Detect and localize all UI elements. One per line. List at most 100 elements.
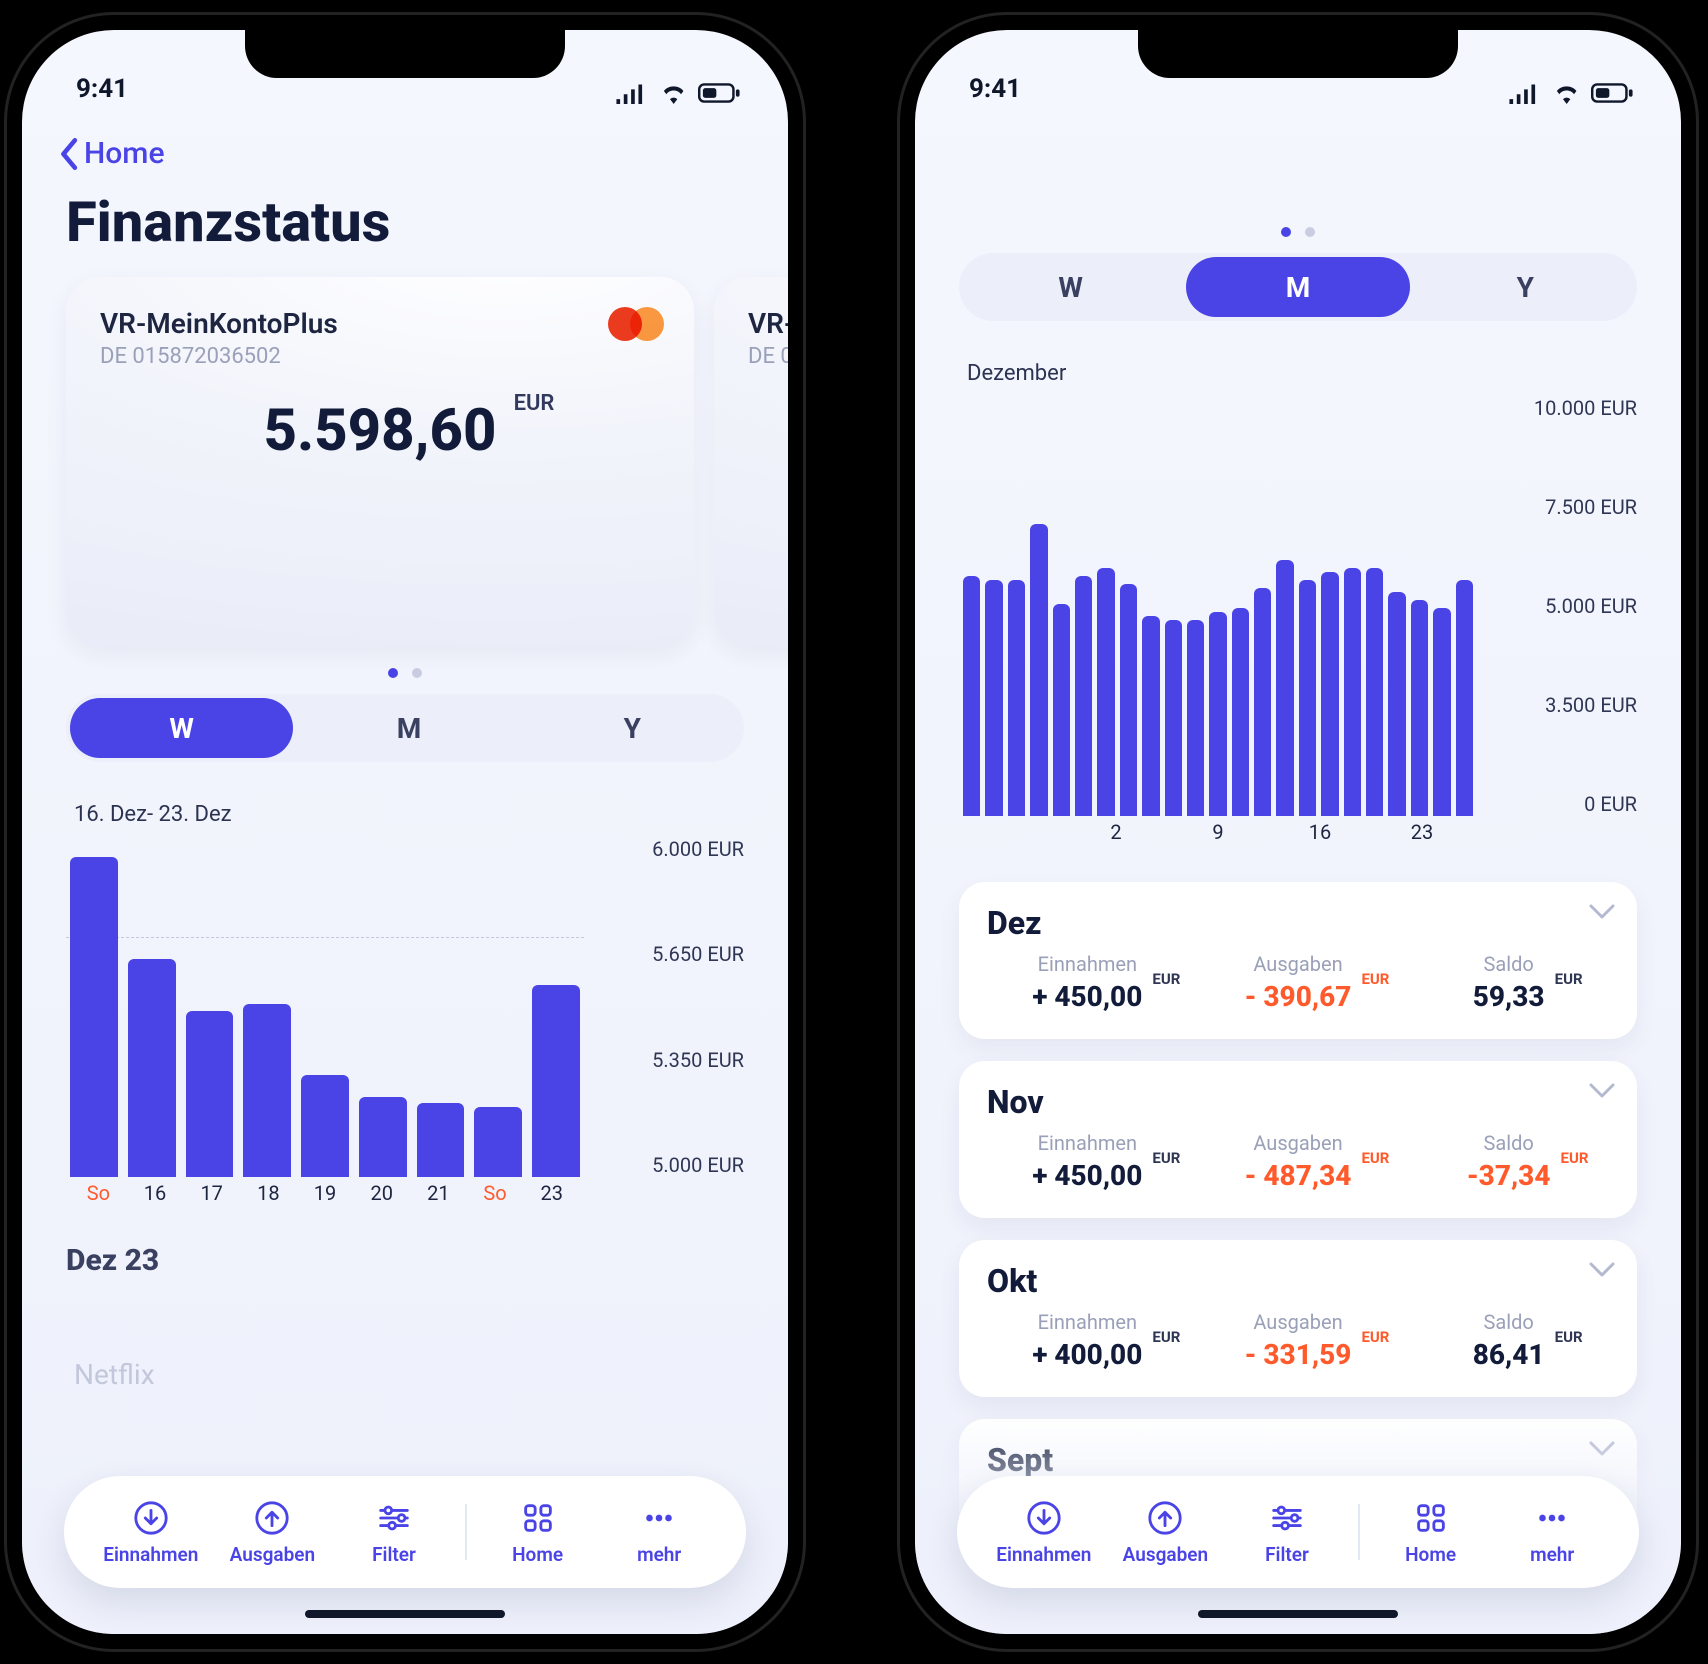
mastercard-icon xyxy=(608,307,664,343)
account-iban: DE 015872036502 xyxy=(100,344,660,369)
y-label: 10.000 EUR xyxy=(1487,396,1637,420)
x-label: 23 xyxy=(1371,820,1473,856)
chart-bar xyxy=(1008,580,1025,816)
nav-label: Filter xyxy=(1265,1543,1309,1566)
y-label: 6.000 EUR xyxy=(594,837,744,861)
nav-mehr[interactable]: mehr xyxy=(598,1499,720,1566)
tab-month[interactable]: M xyxy=(1186,257,1409,317)
weekly-chart: 16. Dez- 23. Dez 6.000 EUR5.650 EUR5.350… xyxy=(22,774,788,1217)
y-label: 5.650 EUR xyxy=(594,942,744,966)
x-label: 16 xyxy=(1269,820,1371,856)
arrow-up-circle-icon xyxy=(253,1499,291,1537)
currency-label: EUR xyxy=(1555,970,1583,988)
chart-bar xyxy=(1165,620,1182,816)
tab-week[interactable]: W xyxy=(959,253,1182,321)
x-label: 17 xyxy=(183,1181,240,1217)
account-card-carousel[interactable]: VR-MeinKontoPlus DE 015872036502 5.598,6… xyxy=(22,277,788,647)
account-card[interactable]: VR-MeinKontoPlus DE 015872036502 5.598,6… xyxy=(66,277,694,647)
mc-value-out: - 331,59EUR xyxy=(1245,1338,1352,1371)
phone-frame-left: 9:41 Home Finanzstatus VR-MeinKontoPlus … xyxy=(4,12,806,1652)
monthly-chart: Dezember 10.000 EUR7.500 EUR5.000 EUR3.5… xyxy=(915,333,1681,856)
tab-month[interactable]: M xyxy=(297,694,520,762)
x-axis-labels: So161718192021So23 xyxy=(66,1181,584,1217)
chart-bar xyxy=(985,580,1002,816)
chevron-down-icon xyxy=(1589,904,1615,924)
chart-bar xyxy=(1187,620,1204,816)
chart-bar xyxy=(1299,580,1316,816)
month-name: Nov xyxy=(987,1083,1609,1121)
nav-label: mehr xyxy=(1530,1543,1574,1566)
month-card[interactable]: Nov Einnahmen + 450,00EUR Ausgaben - 487… xyxy=(959,1061,1637,1218)
x-label: 18 xyxy=(240,1181,297,1217)
mc-value-in: + 400,00EUR xyxy=(1032,1338,1142,1371)
sliders-icon xyxy=(1268,1499,1306,1537)
mc-value-bal: 86,41EUR xyxy=(1473,1338,1545,1371)
nav-einnahmen[interactable]: Einnahmen xyxy=(983,1499,1105,1566)
back-label: Home xyxy=(84,136,165,171)
nav-label: Einnahmen xyxy=(103,1543,198,1566)
status-icons xyxy=(1507,82,1635,104)
nav-filter[interactable]: Filter xyxy=(1226,1499,1348,1566)
chart-bar xyxy=(301,1075,349,1177)
y-axis-labels: 6.000 EUR5.650 EUR5.350 EUR5.000 EUR xyxy=(594,837,744,1177)
clock: 9:41 xyxy=(76,74,128,104)
y-label: 0 EUR xyxy=(1487,792,1637,816)
page-title: Finanzstatus xyxy=(22,181,788,277)
chart-bar xyxy=(417,1103,465,1177)
y-label: 3.500 EUR xyxy=(1487,693,1637,717)
chart-bar xyxy=(1276,560,1293,816)
account-iban: DE 0 xyxy=(748,344,788,369)
month-card[interactable]: Okt Einnahmen + 400,00EUR Ausgaben - 331… xyxy=(959,1240,1637,1397)
nav-home[interactable]: Home xyxy=(477,1499,599,1566)
account-card-next[interactable]: VR- DE 0 xyxy=(714,277,788,647)
chart-bar xyxy=(243,1004,291,1177)
y-label: 5.000 EUR xyxy=(594,1153,744,1177)
account-balance: 5.598,60 EUR xyxy=(264,397,497,465)
chart-bar xyxy=(1456,580,1473,816)
bottom-nav: Einnahmen Ausgaben Filter Home mehr xyxy=(64,1476,746,1588)
x-axis-labels: 291623 xyxy=(959,820,1477,856)
nav-mehr[interactable]: mehr xyxy=(1491,1499,1613,1566)
nav-ausgaben[interactable]: Ausgaben xyxy=(1105,1499,1227,1566)
nav-einnahmen[interactable]: Einnahmen xyxy=(90,1499,212,1566)
notch xyxy=(1138,30,1458,78)
grid-icon xyxy=(519,1499,557,1537)
home-indicator xyxy=(305,1610,505,1618)
tab-week[interactable]: W xyxy=(70,698,293,758)
month-card[interactable]: Dez Einnahmen + 450,00EUR Ausgaben - 390… xyxy=(959,882,1637,1039)
chart-bar xyxy=(1232,608,1249,816)
chart-bar xyxy=(963,576,980,816)
chart-caption: Dezember xyxy=(967,361,1637,386)
carousel-dots xyxy=(22,663,788,682)
month-name: Sept xyxy=(987,1441,1609,1479)
chart-bar xyxy=(1254,588,1271,816)
tab-year[interactable]: Y xyxy=(1414,253,1637,321)
screen-left: 9:41 Home Finanzstatus VR-MeinKontoPlus … xyxy=(22,30,788,1634)
range-selector[interactable]: W M Y xyxy=(66,694,744,762)
tab-year[interactable]: Y xyxy=(521,694,744,762)
home-indicator xyxy=(1198,1610,1398,1618)
currency-label: EUR xyxy=(1561,1149,1589,1167)
chart-bar xyxy=(474,1107,522,1177)
dot-active xyxy=(388,668,398,678)
cellular-icon xyxy=(1507,82,1541,104)
nav-ausgaben[interactable]: Ausgaben xyxy=(212,1499,334,1566)
chevron-down-icon xyxy=(1589,1262,1615,1282)
back-button[interactable]: Home xyxy=(22,112,205,181)
x-label: 9 xyxy=(1167,820,1269,856)
chart-bar xyxy=(1344,568,1361,816)
nav-home[interactable]: Home xyxy=(1370,1499,1492,1566)
nav-filter[interactable]: Filter xyxy=(333,1499,455,1566)
chart-bar xyxy=(1142,616,1159,816)
chart-bar xyxy=(1209,612,1226,816)
chevron-down-icon xyxy=(1589,1441,1615,1461)
account-name: VR-MeinKontoPlus xyxy=(100,307,660,340)
cellular-icon xyxy=(614,82,648,104)
month-name: Okt xyxy=(987,1262,1609,1300)
range-selector[interactable]: W M Y xyxy=(959,253,1637,321)
more-icon xyxy=(640,1499,678,1537)
chart-bar xyxy=(1097,568,1114,816)
chart-bar xyxy=(359,1097,407,1177)
month-name: Dez xyxy=(987,904,1609,942)
x-label: 23 xyxy=(523,1181,580,1217)
